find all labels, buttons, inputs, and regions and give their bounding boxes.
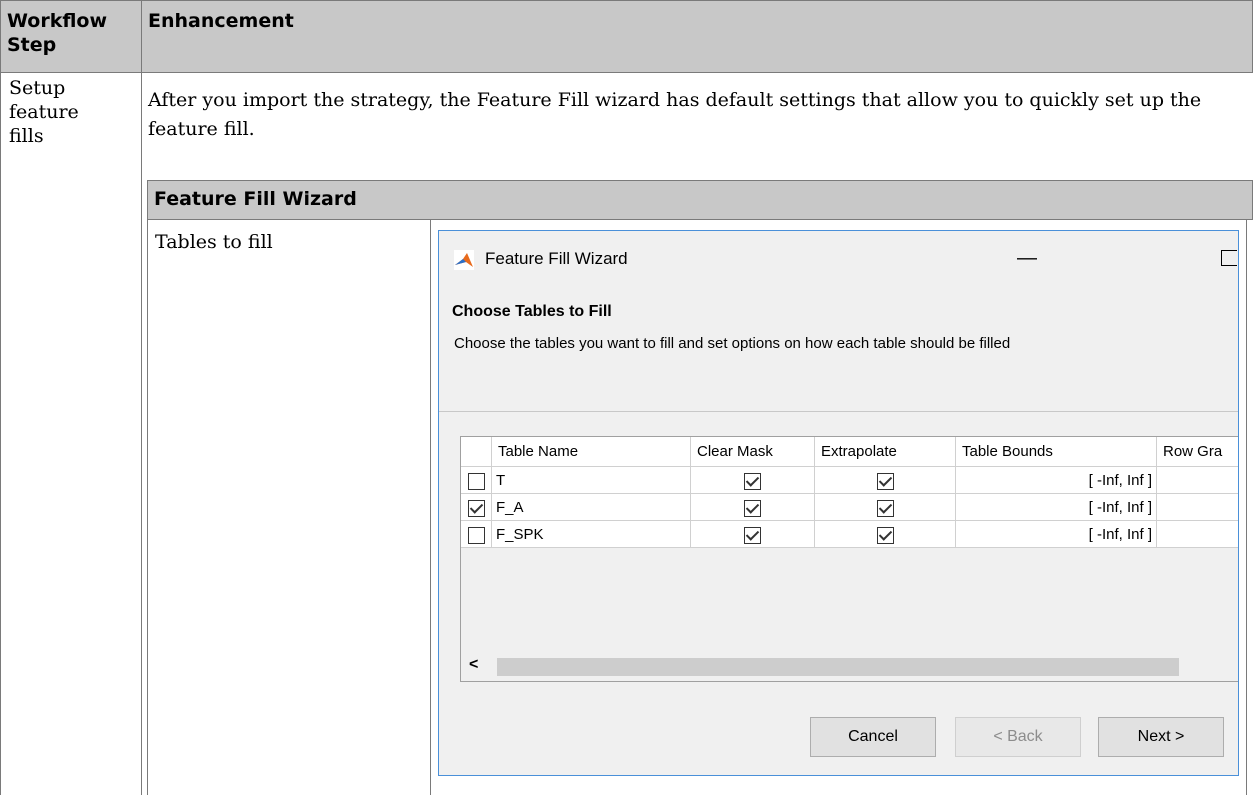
scrollbar-thumb[interactable] <box>497 658 1179 676</box>
grid-header-select <box>461 437 492 467</box>
checkbox-icon <box>467 526 485 544</box>
row-gra-cell[interactable] <box>1157 521 1238 548</box>
dialog-subtitle: Choose the tables you want to fill and s… <box>454 335 1011 352</box>
table-name-cell[interactable]: F_A <box>492 494 691 521</box>
next-button[interactable]: Next > <box>1098 717 1224 757</box>
enhancement-header-label: Enhancement <box>148 10 294 32</box>
inner-right-border <box>1246 219 1247 795</box>
workflow-step-header: Workflow Step <box>0 0 142 73</box>
checkbox-checked-icon <box>744 472 761 490</box>
table-bounds-cell[interactable]: [ -Inf, Inf ] <box>956 494 1157 521</box>
table-name-cell[interactable]: F_SPK <box>492 521 691 548</box>
dialog-title: Feature Fill Wizard <box>485 249 628 268</box>
extrapolate-checkbox[interactable] <box>815 521 956 548</box>
tables-to-fill-label: Tables to fill <box>155 231 273 253</box>
checkbox-checked-icon <box>744 526 761 544</box>
dialog-heading: Choose Tables to Fill <box>452 303 612 320</box>
inner-table-header-label: Feature Fill Wizard <box>154 188 357 210</box>
grid-header-table-bounds: Table Bounds <box>956 437 1157 467</box>
matlab-logo-icon <box>454 250 474 270</box>
table-bounds-cell[interactable]: [ -Inf, Inf ] <box>956 521 1157 548</box>
workflow-step-cell: Setup feature fills <box>0 72 142 795</box>
minimize-button[interactable]: — <box>1017 247 1037 270</box>
clear-mask-checkbox[interactable] <box>691 521 815 548</box>
extrapolate-checkbox[interactable] <box>815 467 956 494</box>
checkbox-icon <box>467 472 485 490</box>
workflow-step-header-label: Workflow Step <box>7 10 108 56</box>
table-name-cell[interactable]: T <box>492 467 691 494</box>
cancel-button[interactable]: Cancel <box>810 717 936 757</box>
row-gra-cell[interactable] <box>1157 467 1238 494</box>
grid-header-clear-mask: Clear Mask <box>691 437 815 467</box>
scroll-left-icon[interactable]: < <box>469 656 478 674</box>
workflow-step-text: Setup feature fills <box>9 77 79 147</box>
grid-header-table-name: Table Name <box>492 437 691 467</box>
minimize-icon: — <box>1017 247 1037 269</box>
tables-grid: Table Name Clear Mask Extrapolate Table … <box>460 436 1238 682</box>
checkbox-checked-icon <box>467 499 485 517</box>
checkbox-checked-icon <box>744 499 761 517</box>
grid-header-extrapolate: Extrapolate <box>815 437 956 467</box>
table-bounds-cell[interactable]: [ -Inf, Inf ] <box>956 467 1157 494</box>
checkbox-checked-icon <box>876 499 894 517</box>
horizontal-scrollbar[interactable]: < <box>461 651 1238 681</box>
grid-header-row-gra: Row Gra <box>1157 437 1238 467</box>
row-select-checkbox[interactable] <box>461 494 492 521</box>
enhancement-description: After you import the strategy, the Featu… <box>148 89 1202 140</box>
dialog-separator <box>439 411 1238 412</box>
extrapolate-checkbox[interactable] <box>815 494 956 521</box>
clear-mask-checkbox[interactable] <box>691 494 815 521</box>
inner-table-header: Feature Fill Wizard <box>147 180 1253 220</box>
row-gra-cell[interactable] <box>1157 494 1238 521</box>
row-select-checkbox[interactable] <box>461 521 492 548</box>
checkbox-checked-icon <box>876 526 894 544</box>
maximize-button[interactable] <box>1221 250 1237 266</box>
clear-mask-checkbox[interactable] <box>691 467 815 494</box>
back-button[interactable]: < Back <box>955 717 1081 757</box>
checkbox-checked-icon <box>876 472 894 490</box>
feature-fill-wizard-dialog: Feature Fill Wizard — Choose Tables to F… <box>438 230 1239 776</box>
inner-column-divider <box>430 219 431 795</box>
grid-empty-area <box>461 548 1238 651</box>
row-select-checkbox[interactable] <box>461 467 492 494</box>
enhancement-header: Enhancement <box>141 0 1253 73</box>
inner-left-border <box>147 219 148 795</box>
